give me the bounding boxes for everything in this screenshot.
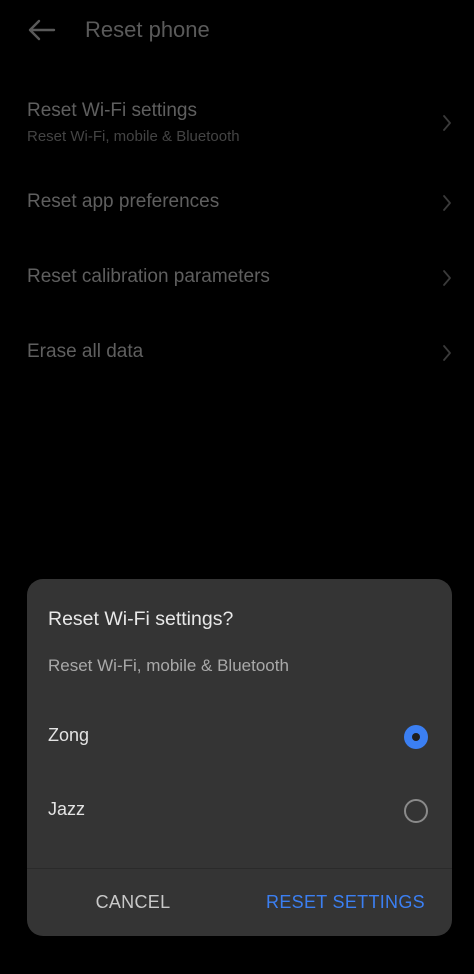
option-label: Zong: [48, 725, 90, 745]
dialog-subtitle: Reset Wi-Fi, mobile & Bluetooth: [48, 656, 289, 675]
option-label: Jazz: [48, 799, 86, 819]
setting-title: Reset app preferences: [27, 191, 220, 212]
app-bar: Reset phone: [0, 0, 474, 62]
setting-reset-app-preferences[interactable]: Reset app preferences: [0, 170, 474, 234]
setting-title: Erase all data: [27, 341, 144, 362]
chevron-right-icon: [443, 195, 451, 211]
radio-unselected-icon[interactable]: [404, 799, 428, 823]
arrow-left-icon: [28, 19, 56, 41]
chevron-right-icon: [443, 345, 451, 361]
screen: Reset phone Reset Wi-Fi settings Reset W…: [0, 0, 474, 974]
radio-selected-icon[interactable]: [404, 725, 428, 749]
sim-option-jazz[interactable]: Jazz: [27, 781, 452, 841]
setting-erase-all-data[interactable]: Erase all data: [0, 320, 474, 384]
sim-option-zong[interactable]: Zong: [27, 707, 452, 767]
setting-reset-calibration[interactable]: Reset calibration parameters: [0, 245, 474, 309]
reset-wifi-dialog: Reset Wi-Fi settings? Reset Wi-Fi, mobil…: [27, 579, 452, 936]
chevron-right-icon: [443, 270, 451, 286]
back-button[interactable]: [22, 10, 62, 50]
setting-subtitle: Reset Wi-Fi, mobile & Bluetooth: [27, 128, 240, 145]
setting-title: Reset Wi-Fi settings: [27, 100, 197, 121]
cancel-button[interactable]: CANCEL: [27, 869, 239, 936]
setting-reset-wifi[interactable]: Reset Wi-Fi settings Reset Wi-Fi, mobile…: [0, 88, 474, 152]
setting-title: Reset calibration parameters: [27, 266, 270, 287]
reset-settings-button[interactable]: RESET SETTINGS: [239, 869, 452, 936]
page-title: Reset phone: [85, 17, 210, 42]
chevron-right-icon: [443, 115, 451, 131]
dialog-title: Reset Wi-Fi settings?: [48, 608, 234, 630]
